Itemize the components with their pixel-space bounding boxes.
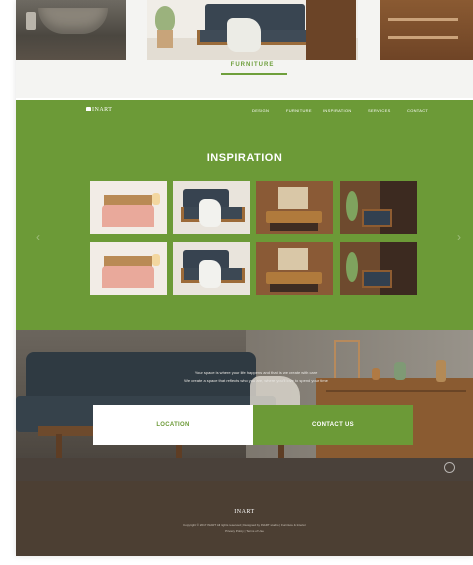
inspiration-section: INART DESIGN FURNITURE INSPIRATION SERVI… <box>16 100 473 330</box>
furniture-label[interactable]: FURNITURE <box>147 62 358 68</box>
inspiration-thumb-bedroom[interactable] <box>90 242 167 295</box>
plant-shape <box>346 252 358 282</box>
inspiration-thumb-study[interactable] <box>340 242 417 295</box>
vase-shape <box>372 368 380 380</box>
inspiration-grid <box>90 181 418 296</box>
footer-links[interactable]: Privacy Policy | Terms of Use <box>16 529 473 533</box>
main-nav: INART DESIGN FURNITURE INSPIRATION SERVI… <box>16 100 473 122</box>
lamp-shape <box>152 254 160 266</box>
gallery-image-washbasin[interactable] <box>16 0 126 60</box>
site-logo[interactable]: INART <box>86 107 112 113</box>
nav-item-services[interactable]: SERVICES <box>368 108 391 113</box>
furniture-underline <box>221 73 287 75</box>
floor-shape <box>16 458 473 481</box>
pot-shape <box>157 30 173 48</box>
carousel-prev-arrow[interactable]: ‹ <box>36 230 40 244</box>
window-shape <box>278 187 308 209</box>
bowl-shape <box>38 8 108 34</box>
inspiration-thumb-armchair[interactable] <box>173 181 250 234</box>
inspiration-thumb-livingroom[interactable] <box>256 242 333 295</box>
window-shape <box>278 248 308 270</box>
inspiration-title: INSPIRATION <box>206 152 283 164</box>
vase-shape <box>436 360 446 382</box>
footer: INART Copyright © 2017 INART All rights … <box>16 481 473 556</box>
logo-icon <box>86 107 91 111</box>
page: FURNITURE INART DESIGN FURNITURE INSPIRA… <box>16 0 473 556</box>
nav-item-inspiration[interactable]: INSPIRATION <box>323 108 352 113</box>
lamp-shape <box>152 193 160 205</box>
sofa-back-shape <box>26 352 256 400</box>
inspiration-thumb-armchair[interactable] <box>173 242 250 295</box>
nav-item-contact[interactable]: CONTACT <box>407 108 428 113</box>
nav-item-furniture[interactable]: FURNITURE <box>286 108 312 113</box>
rug-shape <box>270 223 318 231</box>
gallery-image-cabinet[interactable] <box>306 0 356 60</box>
plant-shape <box>346 191 358 221</box>
sideboard-line <box>326 390 466 392</box>
shelf-line <box>388 18 458 21</box>
contact-hero: Your space is where your life happens an… <box>16 330 473 481</box>
gallery-image-shelf[interactable] <box>380 0 473 60</box>
vase-shape <box>394 362 406 380</box>
plant-shape <box>155 6 175 32</box>
cup-shape <box>26 12 36 30</box>
location-button[interactable]: LOCATION <box>93 405 253 445</box>
logo-text: INART <box>92 107 113 113</box>
footer-copyright: Copyright © 2017 INART All rights reserv… <box>183 523 306 527</box>
bed-shape <box>102 266 154 288</box>
chair-shape <box>362 209 392 227</box>
inspiration-thumb-bedroom[interactable] <box>90 181 167 234</box>
inspiration-thumb-study[interactable] <box>340 181 417 234</box>
footer-logo[interactable]: INART <box>16 509 473 515</box>
sofa-shape <box>266 211 322 223</box>
inspiration-thumb-livingroom[interactable] <box>256 181 333 234</box>
hero-text-line-1: Your space is where your life happens an… <box>194 370 318 375</box>
contact-us-button[interactable]: CONTACT US <box>253 405 413 445</box>
furniture-gallery-strip: FURNITURE <box>16 0 473 98</box>
bed-shape <box>102 205 154 227</box>
throw-shape <box>227 18 261 52</box>
throw-shape <box>199 260 221 288</box>
carousel-next-arrow[interactable]: › <box>457 230 461 244</box>
shelf-line <box>388 36 458 39</box>
sofa-shape <box>266 272 322 284</box>
throw-shape <box>199 199 221 227</box>
lamp-shape <box>334 340 360 382</box>
scroll-top-icon[interactable] <box>444 462 455 473</box>
chair-shape <box>362 270 392 288</box>
hero-text-line-2: We create a space that reflects who you … <box>184 378 328 383</box>
nav-item-design[interactable]: DESIGN <box>252 108 269 113</box>
rug-shape <box>270 284 318 292</box>
